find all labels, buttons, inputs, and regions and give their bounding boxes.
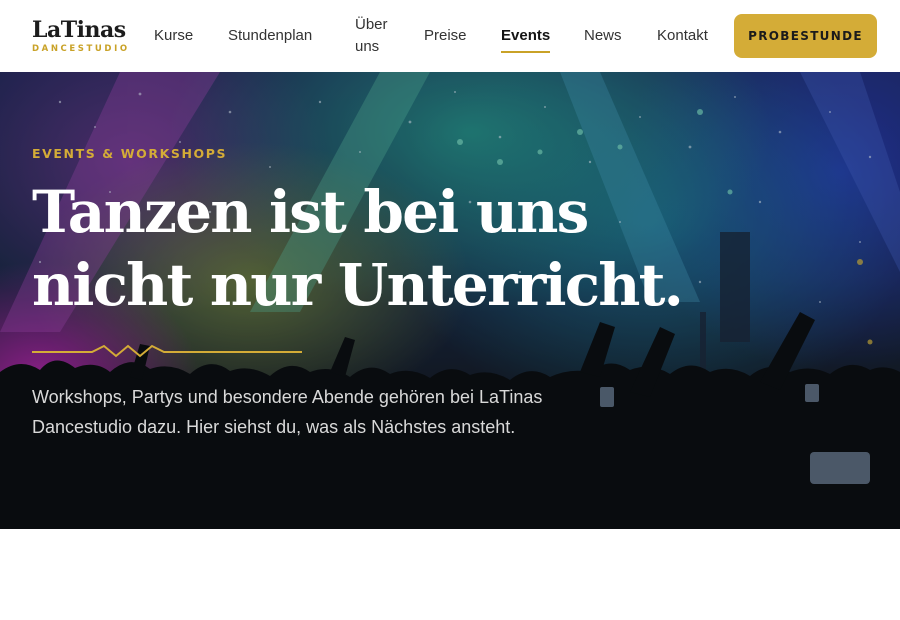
hero-headline: Tanzen ist bei uns nicht nur Unterricht. [32,178,684,319]
nav-item-stundenplan[interactable]: Stundenplan [228,25,312,47]
nav-item-kurse[interactable]: Kurse [154,25,193,47]
probestunde-button[interactable]: PROBESTUNDE [734,14,877,58]
active-nav-indicator [501,51,551,53]
site-header: LaTinas DANCESTUDIO Kurse Stundenplan Üb… [0,0,900,72]
nav-item-kontakt[interactable]: Kontakt [657,25,708,47]
hero-section: EVENTS & WORKSHOPS Tanzen ist bei uns ni… [0,72,900,529]
logo-name: LaTinas [32,17,126,43]
nav-item-events[interactable]: Events [501,25,551,53]
wave-divider [32,344,302,358]
nav-item-preise[interactable]: Preise [424,25,467,47]
nav-item-events-label: Events [501,27,551,44]
nav-item-news[interactable]: News [584,25,622,47]
nav-item-ueber-uns[interactable]: Über uns [355,14,395,58]
hero-lead-text: Workshops, Partys und besondere Abende g… [32,387,543,437]
logo[interactable]: LaTinas DANCESTUDIO [32,17,142,55]
hero-eyebrow: EVENTS & WORKSHOPS [32,146,228,161]
logo-subtitle: DANCESTUDIO [32,44,130,54]
